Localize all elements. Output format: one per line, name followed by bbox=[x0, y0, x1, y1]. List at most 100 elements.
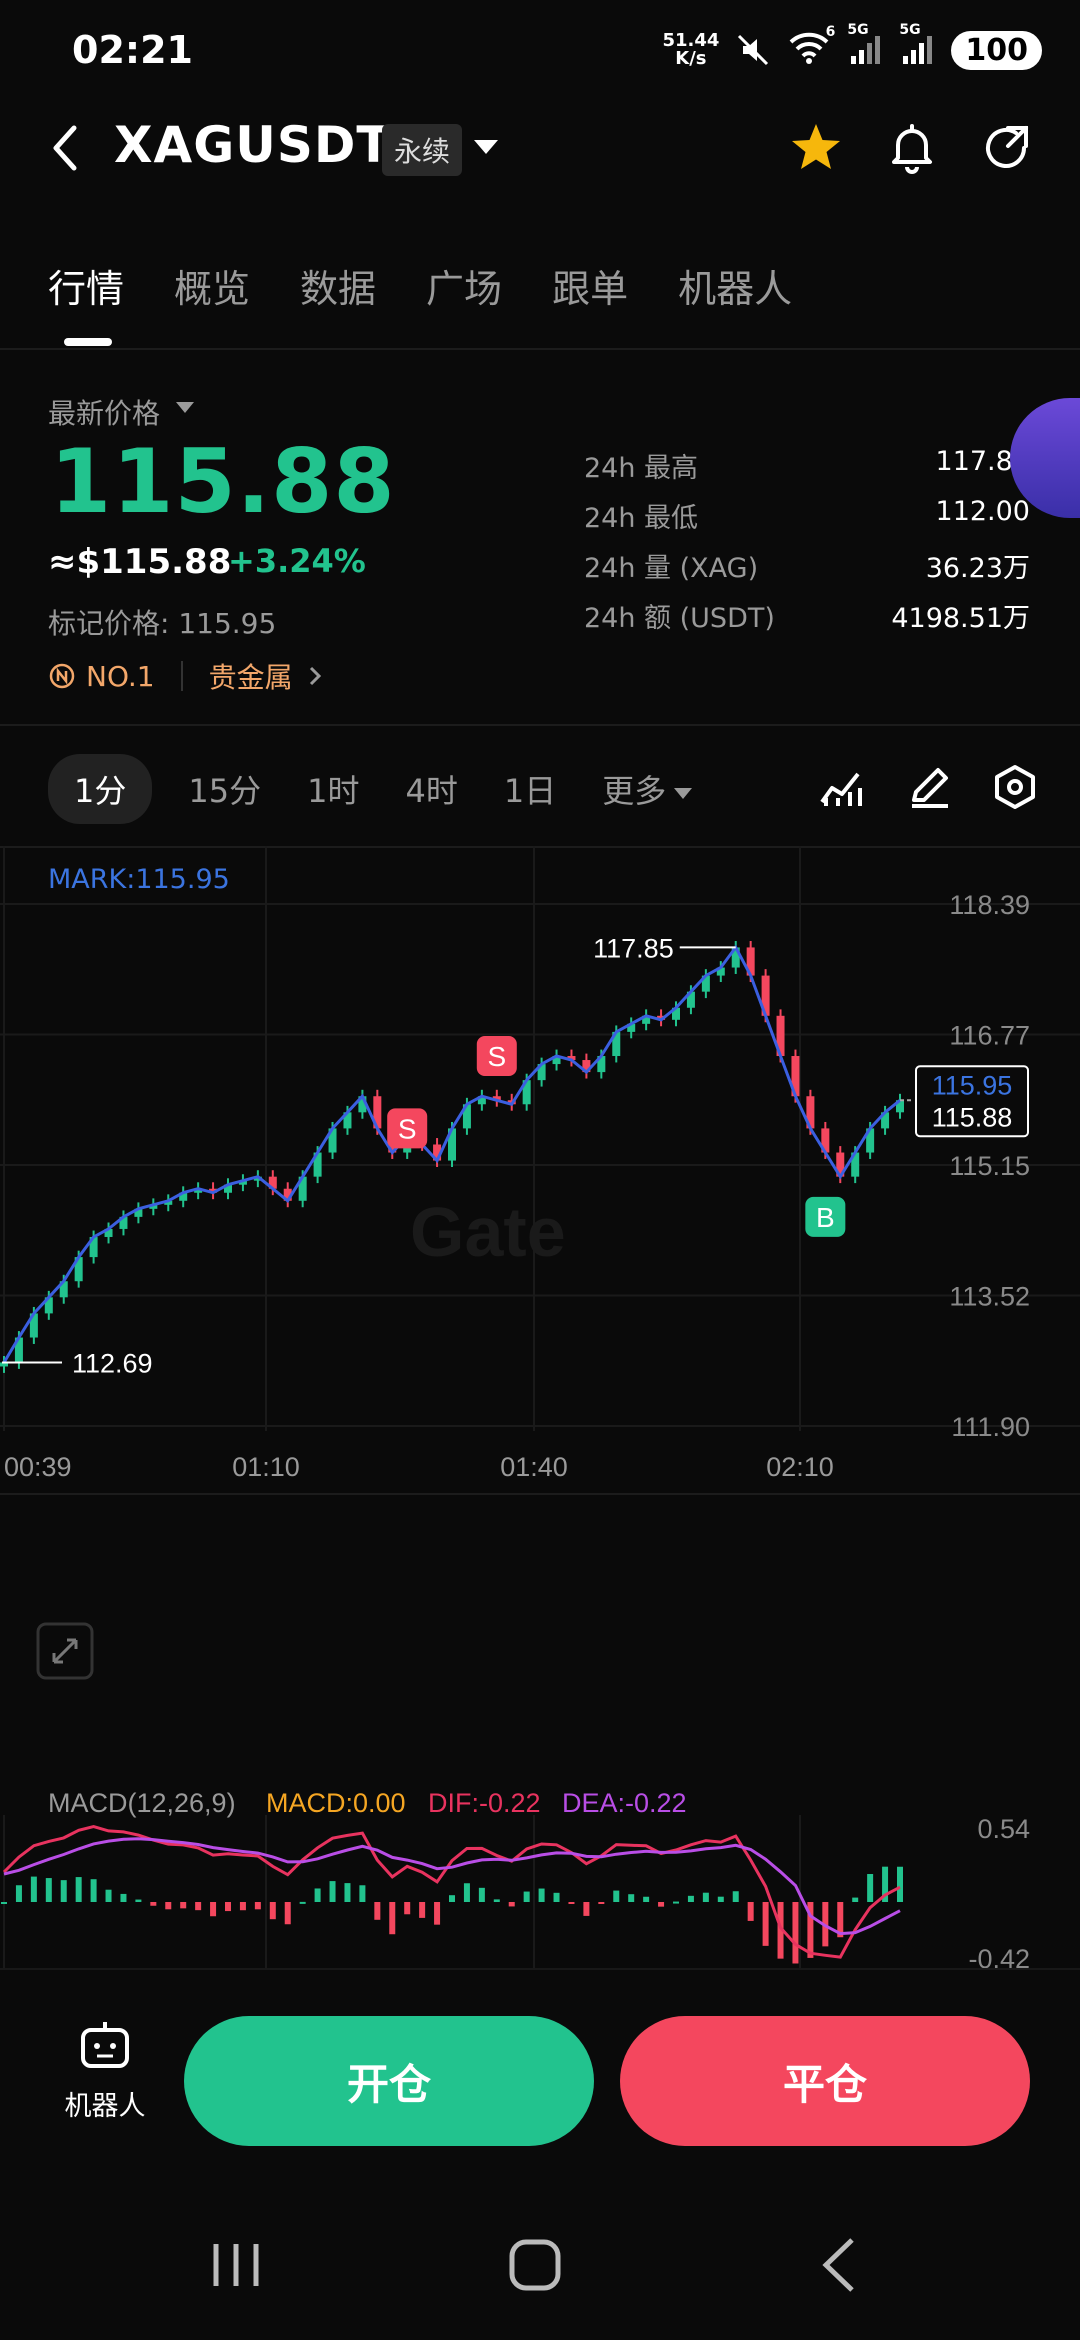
open-position-button[interactable]: 开仓 bbox=[184, 2016, 594, 2146]
timeframe-bar: 1分 15分 1时 4时 1日 更多 bbox=[48, 754, 702, 824]
macd-histogram-bar bbox=[105, 1889, 112, 1902]
macd-histogram-bar bbox=[45, 1878, 52, 1902]
mark-label: MARK:115.95 bbox=[48, 864, 230, 895]
macd-histogram-bar bbox=[90, 1879, 97, 1902]
macd-histogram-bar bbox=[135, 1899, 142, 1902]
signal-label-2: 5G bbox=[899, 22, 921, 38]
stat-volume: 24h 量 (XAG) 36.23万 bbox=[584, 546, 1030, 585]
usd-price: ≈$115.88 bbox=[48, 542, 232, 582]
macd-histogram-bar bbox=[344, 1883, 351, 1902]
battery-indicator: 100 bbox=[951, 30, 1042, 70]
contract-type-badge[interactable]: 永续 bbox=[382, 124, 463, 176]
recent-apps-icon[interactable] bbox=[196, 2230, 276, 2300]
y-tick-label: 115.15 bbox=[949, 1151, 1030, 1181]
robot-label: 机器人 bbox=[64, 2091, 146, 2122]
macd-histogram-bar bbox=[404, 1902, 411, 1915]
macd-histogram-bar bbox=[463, 1883, 470, 1902]
stat-turnover-value: 4198.51万 bbox=[891, 603, 1030, 634]
macd-dif: DIF:-0.22 bbox=[428, 1788, 541, 1818]
macd-histogram-bar bbox=[269, 1902, 276, 1920]
signal-label: S bbox=[487, 1041, 506, 1072]
star-icon[interactable] bbox=[786, 118, 846, 178]
mark-price: 标记价格: 115.95 bbox=[48, 607, 277, 640]
macd-histogram-bar bbox=[613, 1890, 620, 1902]
macd-histogram-bar bbox=[180, 1902, 187, 1909]
macd-value: MACD:0.00 bbox=[266, 1788, 406, 1818]
macd-histogram-bar bbox=[628, 1894, 635, 1902]
tab-overview[interactable]: 概览 bbox=[174, 258, 250, 313]
macd-histogram-bar bbox=[359, 1885, 366, 1902]
macd-title: MACD(12,26,9) bbox=[48, 1788, 236, 1818]
timeframe-15m[interactable]: 15分 bbox=[178, 754, 271, 824]
back-nav-icon[interactable] bbox=[800, 2230, 880, 2300]
macd-histogram-bar bbox=[598, 1902, 605, 1904]
timeframe-1h[interactable]: 1时 bbox=[297, 754, 369, 824]
share-icon[interactable] bbox=[978, 118, 1038, 178]
y-tick-label: 111.90 bbox=[951, 1412, 1030, 1442]
x-tick-label: 01:40 bbox=[500, 1452, 568, 1482]
macd-histogram-bar bbox=[897, 1866, 903, 1902]
macd-histogram-bar bbox=[1, 1902, 7, 1904]
macd-histogram-bar bbox=[389, 1902, 396, 1935]
tab-bot[interactable]: 机器人 bbox=[678, 258, 792, 313]
settings-hexagon-icon[interactable] bbox=[990, 762, 1040, 812]
tab-copy-trade[interactable]: 跟单 bbox=[552, 258, 628, 313]
timeframe-4h[interactable]: 4时 bbox=[395, 754, 467, 824]
macd-histogram-bar bbox=[434, 1902, 441, 1925]
expand-icon[interactable] bbox=[36, 1622, 94, 1680]
indicator-icon[interactable] bbox=[816, 762, 866, 812]
macd-histogram-bar bbox=[493, 1899, 500, 1902]
status-time: 02:21 bbox=[72, 28, 193, 72]
last-price-tag: 115.88 bbox=[932, 1102, 1013, 1132]
macd-histogram-bar bbox=[314, 1888, 321, 1902]
rank-separator bbox=[180, 661, 183, 691]
draw-pencil-icon[interactable] bbox=[904, 762, 954, 812]
rank-text: NO.1 bbox=[86, 659, 155, 693]
x-tick-label: 02:10 bbox=[766, 1452, 834, 1482]
macd-histogram-bar bbox=[449, 1895, 455, 1902]
macd-histogram-bar bbox=[120, 1893, 127, 1902]
macd-histogram-bar bbox=[150, 1902, 157, 1906]
y-tick-label: 118.39 bbox=[949, 890, 1030, 920]
high-label: 117.85 bbox=[593, 933, 674, 963]
candlestick-chart[interactable]: 118.39 116.77 115.15 113.52 111.90 00:39 01:10… bbox=[0, 846, 1080, 1981]
tab-square[interactable]: 广场 bbox=[426, 258, 502, 313]
signal-label: S bbox=[398, 1113, 417, 1144]
stat-high: 24h 最高 117.85 bbox=[584, 446, 1030, 485]
macd-histogram-bar bbox=[687, 1895, 694, 1902]
timeframe-1m[interactable]: 1分 bbox=[48, 754, 153, 824]
signal-label-1: 5G bbox=[847, 22, 869, 38]
mark-price-tag: 115.95 bbox=[932, 1070, 1013, 1100]
price-change: +3.24% bbox=[228, 542, 366, 580]
close-position-button[interactable]: 平仓 bbox=[620, 2016, 1030, 2146]
net-speed: 51.44 K/s bbox=[662, 32, 719, 68]
timeframe-1d[interactable]: 1日 bbox=[494, 754, 566, 824]
macd-histogram-bar bbox=[732, 1891, 739, 1902]
macd-histogram-bar bbox=[583, 1902, 590, 1916]
stat-high-label: 24h 最高 bbox=[584, 453, 699, 484]
timeframe-more[interactable]: 更多 bbox=[592, 754, 702, 824]
more-caret-icon bbox=[674, 787, 693, 799]
macd-histogram-bar bbox=[299, 1901, 306, 1904]
macd-histogram-bar bbox=[329, 1881, 336, 1902]
stat-volume-label: 24h 量 (XAG) bbox=[584, 553, 759, 584]
divider bbox=[0, 348, 1080, 350]
latest-price-caret-icon[interactable] bbox=[176, 402, 194, 413]
macd-y-top: 0.54 bbox=[977, 1814, 1030, 1844]
macd-histogram-bar bbox=[75, 1877, 82, 1902]
robot-button[interactable]: 机器人 bbox=[50, 2018, 160, 2123]
chevron-right-icon bbox=[309, 666, 321, 686]
tab-market[interactable]: 行情 bbox=[48, 258, 124, 313]
home-icon[interactable] bbox=[496, 2230, 576, 2300]
macd-histogram-bar bbox=[239, 1902, 246, 1911]
macd-histogram-bar bbox=[852, 1897, 859, 1902]
y-tick-label: 116.77 bbox=[949, 1021, 1030, 1051]
bell-icon[interactable] bbox=[882, 118, 942, 178]
macd-histogram-bar bbox=[553, 1892, 560, 1902]
latest-price-label[interactable]: 最新价格 bbox=[48, 392, 160, 432]
back-arrow-icon[interactable] bbox=[44, 118, 84, 178]
symbol-title[interactable]: XAGUSDT bbox=[114, 116, 392, 174]
tab-data[interactable]: 数据 bbox=[300, 258, 376, 313]
rank-row[interactable]: NO.1 贵金属 bbox=[48, 656, 327, 696]
symbol-dropdown-caret-icon[interactable] bbox=[474, 140, 498, 154]
